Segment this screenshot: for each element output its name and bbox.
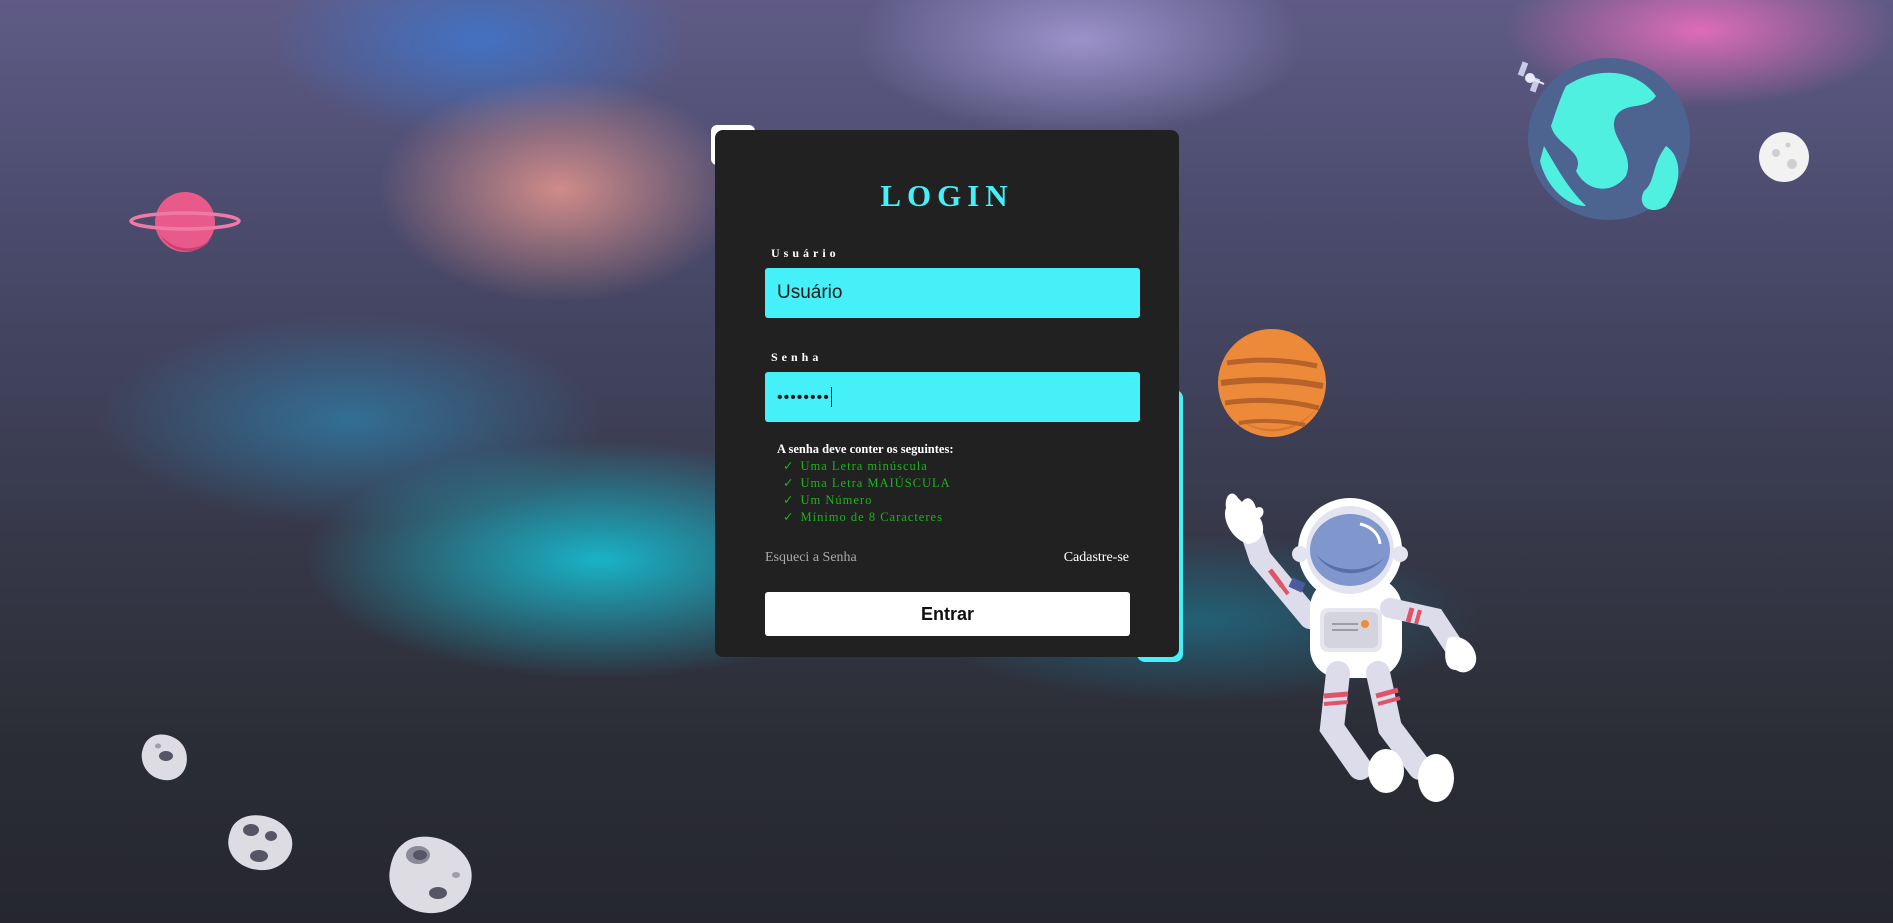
password-value: •••••••• xyxy=(777,389,830,406)
asteroid-icon xyxy=(141,734,187,781)
text-caret xyxy=(830,386,832,407)
asteroid-icon xyxy=(389,836,472,914)
requirement-item: ✓ Uma Letra MAIÚSCULA xyxy=(783,476,951,490)
check-icon: ✓ xyxy=(783,493,795,507)
login-title: LOGIN xyxy=(880,178,1014,213)
check-icon: ✓ xyxy=(783,476,795,490)
username-field[interactable]: Usuário xyxy=(765,268,1140,318)
check-icon: ✓ xyxy=(783,459,795,473)
signup-link[interactable]: Cadastre-se xyxy=(1064,550,1129,566)
requirements-title: A senha deve conter os seguintes: xyxy=(777,442,954,456)
requirement-item: ✓ Um Número xyxy=(783,493,873,507)
moon-icon xyxy=(1759,132,1809,182)
earth-icon xyxy=(1528,58,1690,220)
astronaut-icon xyxy=(1224,493,1477,802)
jupiter-icon xyxy=(1218,329,1326,437)
requirement-item: ✓ Uma Letra minúscula xyxy=(783,459,928,473)
password-label: Senha xyxy=(771,350,823,364)
asteroid-icon xyxy=(228,815,293,871)
requirement-item: ✓ Mínimo de 8 Caracteres xyxy=(783,510,943,524)
ringed-planet-icon xyxy=(129,192,241,252)
username-value: Usuário xyxy=(777,282,843,303)
forgot-password-link[interactable]: Esqueci a Senha xyxy=(765,550,857,566)
login-card: LOGIN Usuário Usuário Senha •••••••• A s… xyxy=(715,130,1179,657)
password-field[interactable]: •••••••• xyxy=(765,372,1140,422)
login-button[interactable]: Entrar xyxy=(765,592,1130,636)
check-icon: ✓ xyxy=(783,510,795,524)
space-background: LOGIN Usuário Usuário Senha •••••••• A s… xyxy=(0,0,1893,923)
username-label: Usuário xyxy=(771,246,840,260)
password-requirements: A senha deve conter os seguintes: ✓ Uma L… xyxy=(777,441,954,526)
